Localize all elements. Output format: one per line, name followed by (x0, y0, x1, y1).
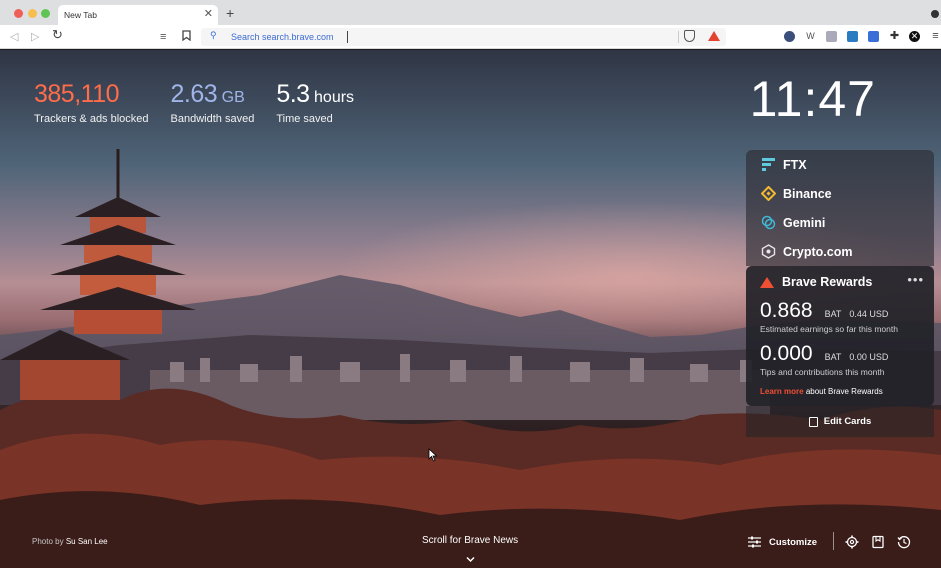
maximize-window-button[interactable] (41, 9, 50, 18)
menu-icon[interactable]: ≡ (930, 31, 941, 42)
brave-rewards-icon[interactable] (708, 31, 720, 41)
edit-cards-label: Edit Cards (823, 416, 872, 427)
learn-more-text: Learn more about Brave Rewards (760, 387, 920, 396)
crypto-com-icon (761, 244, 776, 259)
new-tab-page: 385,110 Trackers & ads blocked 2.63 GB B… (0, 50, 941, 568)
tab-close-icon[interactable]: ✕ (204, 7, 213, 20)
brave-rewards-card: Brave Rewards ••• 0.868 BAT 0.44 USD Est… (746, 266, 934, 406)
rewards-more-icon[interactable]: ••• (907, 272, 924, 287)
photo-credit-prefix: Photo by (32, 537, 64, 546)
history-icon[interactable] (897, 535, 911, 549)
close-window-button[interactable] (14, 9, 23, 18)
card-crypto-com[interactable]: Crypto.com (746, 237, 934, 266)
chevron-down-icon[interactable] (466, 555, 475, 564)
extension-translate-icon[interactable] (868, 31, 879, 42)
rewards-header: Brave Rewards (760, 275, 920, 289)
tab-title: New Tab (64, 10, 97, 20)
extension-globe-icon[interactable] (784, 31, 795, 42)
card-ftx[interactable]: FTX (746, 150, 934, 179)
bottom-divider (833, 532, 834, 550)
brave-rewards-logo-icon (760, 276, 774, 288)
trackers-blocked-value: 385,110 (34, 80, 120, 108)
photo-credit: Photo by Su San Lee (32, 537, 108, 546)
time-saved-label: Time saved (276, 113, 333, 125)
card-binance-label: Binance (783, 187, 832, 201)
tips-row: 0.000 BAT 0.00 USD (760, 342, 920, 366)
stat-time: 5.3 hours Time saved (276, 80, 354, 125)
card-ftx-label: FTX (783, 158, 807, 172)
binance-icon (761, 186, 776, 201)
photographer-link[interactable]: Su San Lee (66, 537, 108, 546)
tab-new-tab[interactable]: New Tab ✕ (58, 5, 218, 25)
extension-grey-icon[interactable] (826, 31, 837, 42)
extension-x-icon[interactable]: ✕ (909, 31, 920, 42)
toolbar: ◁ ▷ ↻ ≡ ⚲ Search search.brave.com W ✚ ✕ … (0, 25, 941, 49)
text-caret (347, 31, 348, 43)
card-crypto-com-label: Crypto.com (783, 245, 853, 259)
new-tab-button[interactable]: + (226, 5, 234, 21)
search-icon: ⚲ (210, 30, 217, 40)
bandwidth-saved-value: 2.63 (170, 80, 218, 108)
address-bar[interactable]: ⚲ Search search.brave.com (201, 28, 726, 46)
cards-panel: FTX Binance Gemini Crypto.com Brave Rewa… (746, 150, 934, 437)
customize-button[interactable]: Customize (748, 536, 817, 548)
minimize-window-button[interactable] (28, 9, 37, 18)
tips-label: Tips and contributions this month (760, 367, 885, 377)
customize-label: Customize (769, 536, 818, 548)
reload-icon[interactable]: ↻ (52, 28, 63, 42)
ftx-icon (762, 158, 775, 171)
earnings-usd: 0.44 USD (849, 309, 889, 319)
address-divider (678, 31, 679, 43)
earnings-label: Estimated earnings so far this month (760, 324, 898, 334)
tab-bar: New Tab ✕ + (0, 0, 941, 25)
bookmarks-icon[interactable] (871, 535, 885, 549)
clock: 11:47 (749, 71, 876, 127)
gemini-icon (761, 215, 776, 230)
extension-wikipedia-icon[interactable]: W (805, 31, 816, 42)
stat-bandwidth: 2.63 GB Bandwidth saved (171, 80, 255, 125)
bookmark-icon[interactable] (182, 30, 191, 45)
scroll-brave-news[interactable]: Scroll for Brave News (422, 535, 518, 546)
back-icon[interactable]: ◁ (10, 30, 18, 44)
bandwidth-saved-unit: GB (221, 89, 245, 106)
stat-trackers: 385,110 Trackers & ads blocked (34, 80, 149, 125)
learn-more-link[interactable]: Learn more (760, 387, 804, 396)
extension-screenshot-icon[interactable] (847, 31, 858, 42)
address-bar-placeholder: Search search.brave.com (231, 32, 334, 42)
background-pagoda (0, 149, 196, 400)
edit-cards-icon (808, 416, 818, 427)
settings-gear-icon[interactable] (845, 535, 859, 549)
earnings-row: 0.868 BAT 0.44 USD (760, 299, 920, 323)
mouse-cursor-icon (428, 448, 438, 462)
reader-mode-icon[interactable]: ≡ (160, 30, 166, 44)
card-binance[interactable]: Binance (746, 179, 934, 208)
learn-more-rest: about Brave Rewards (805, 387, 883, 396)
forward-icon[interactable]: ▷ (31, 30, 39, 44)
edit-cards-button[interactable]: Edit Cards (746, 406, 934, 437)
tips-value: 0.000 (760, 342, 813, 365)
brave-shields-icon[interactable] (684, 30, 695, 42)
customize-sliders-icon (748, 536, 761, 548)
card-gemini[interactable]: Gemini (746, 208, 934, 237)
rewards-title: Brave Rewards (782, 275, 873, 289)
trackers-blocked-label: Trackers & ads blocked (34, 113, 149, 125)
extensions-puzzle-icon[interactable]: ✚ (889, 31, 900, 42)
stats-widget: 385,110 Trackers & ads blocked 2.63 GB B… (34, 80, 354, 125)
earnings-bat: BAT (824, 309, 842, 319)
bandwidth-saved-label: Bandwidth saved (170, 113, 255, 125)
card-gemini-label: Gemini (783, 216, 826, 230)
time-saved-value: 5.3 (276, 80, 310, 108)
earnings-value: 0.868 (760, 299, 813, 322)
tips-usd: 0.00 USD (849, 352, 889, 362)
tab-menu-button[interactable] (931, 10, 939, 18)
tips-bat: BAT (824, 352, 842, 362)
time-saved-unit: hours (314, 89, 355, 106)
